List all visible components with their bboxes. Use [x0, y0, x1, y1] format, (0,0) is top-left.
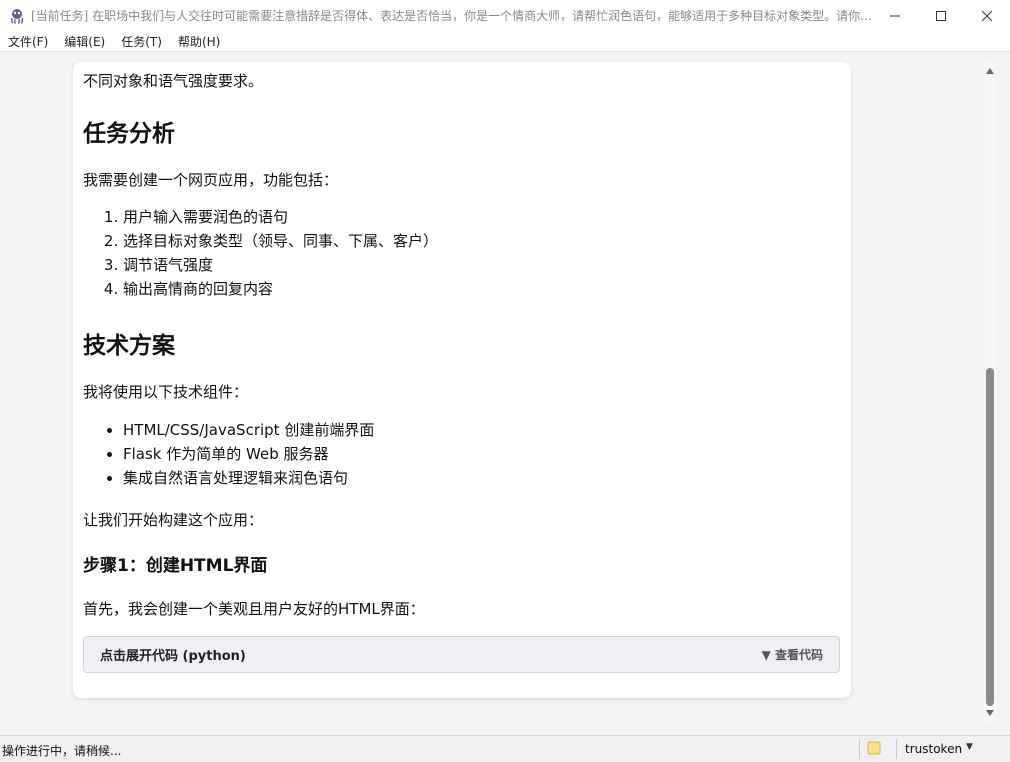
maximize-button[interactable] [918, 0, 964, 31]
token-selector[interactable]: trustoken [905, 742, 962, 756]
intro-text: 不同对象和语气强度要求。 [83, 72, 264, 90]
divider [859, 739, 860, 759]
menu-task[interactable]: 任务(T) [113, 33, 170, 50]
close-button[interactable] [964, 0, 1010, 31]
list-item: HTML/CSS/JavaScript 创建前端界面 [123, 418, 374, 442]
title-bar: [当前任务] 在职场中我们与人交往时可能需要注意措辞是否得体、表达是否恰当，你是… [0, 0, 1010, 31]
heading-step1: 步骤1：创建HTML界面 [83, 556, 268, 576]
vertical-scrollbar[interactable] [983, 62, 997, 722]
code-block-title: 点击展开代码 (python) [100, 649, 246, 664]
menu-file[interactable]: 文件(F) [0, 33, 56, 50]
list-item: Flask 作为简单的 Web 服务器 [123, 442, 374, 466]
lets-start-text: 让我们开始构建这个应用： [83, 511, 264, 529]
task-list: 用户输入需要润色的语句 选择目标对象类型（领导、同事、下属、客户） 调节语气强度… [83, 205, 438, 301]
menu-help[interactable]: 帮助(H) [170, 33, 228, 50]
minimize-button[interactable] [872, 0, 918, 31]
list-item: 调节语气强度 [123, 253, 438, 277]
heading-tech-plan: 技术方案 [83, 333, 175, 359]
scroll-up-icon[interactable] [986, 68, 994, 74]
menu-bar: 文件(F) 编辑(E) 任务(T) 帮助(H) [0, 31, 1010, 51]
message-card: 不同对象和语气强度要求。 任务分析 我需要创建一个网页应用，功能包括： 用户输入… [73, 62, 851, 698]
status-bar: 操作进行中，请稍候... trustoken ▼ [0, 735, 1010, 762]
scrollbar-thumb[interactable] [986, 368, 994, 706]
minimize-icon [890, 15, 900, 16]
divider [896, 739, 897, 759]
list-item: 输出高情商的回复内容 [123, 277, 438, 301]
close-icon [982, 10, 992, 21]
view-code-toggle[interactable]: ▼ 查看代码 [762, 646, 823, 663]
code-expand-block[interactable]: 点击展开代码 (python) ▼ 查看代码 [83, 636, 840, 673]
list-item: 集成自然语言处理逻辑来润色语句 [123, 466, 374, 490]
octopus-icon [10, 8, 24, 24]
task-intro: 我需要创建一个网页应用，功能包括： [83, 171, 339, 189]
heading-task-analysis: 任务分析 [83, 121, 175, 147]
folder-icon[interactable] [867, 741, 881, 755]
window-title: [当前任务] 在职场中我们与人交往时可能需要注意措辞是否得体、表达是否恰当，你是… [31, 9, 872, 23]
scroll-down-icon[interactable] [986, 710, 994, 716]
list-item: 用户输入需要润色的语句 [123, 205, 438, 229]
content-area: 不同对象和语气强度要求。 任务分析 我需要创建一个网页应用，功能包括： 用户输入… [0, 51, 1010, 736]
step1-intro: 首先，我会创建一个美观且用户友好的HTML界面： [83, 600, 425, 618]
maximize-icon [936, 10, 946, 21]
caret-down-icon[interactable]: ▼ [966, 742, 973, 752]
tech-list: HTML/CSS/JavaScript 创建前端界面 Flask 作为简单的 W… [83, 418, 374, 490]
menu-edit[interactable]: 编辑(E) [56, 33, 113, 50]
status-text: 操作进行中，请稍候... [2, 744, 122, 758]
tech-intro: 我将使用以下技术组件： [83, 383, 249, 401]
list-item: 选择目标对象类型（领导、同事、下属、客户） [123, 229, 438, 253]
